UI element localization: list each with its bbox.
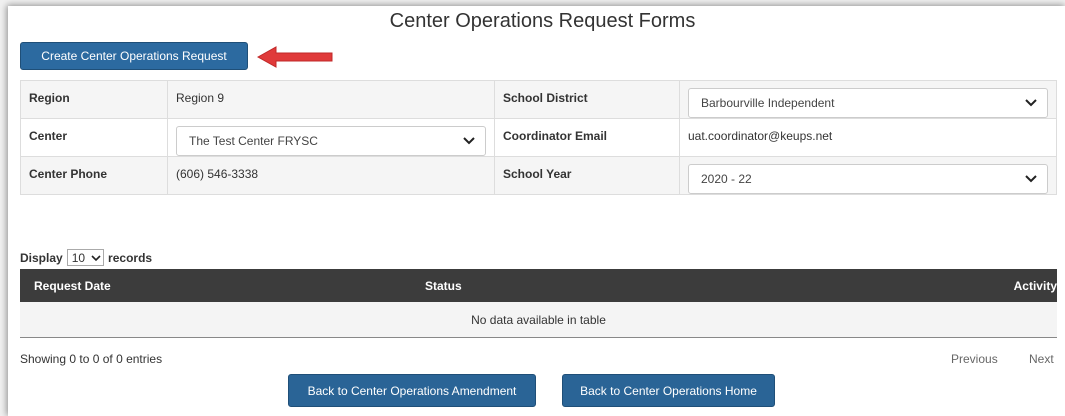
requests-table: Request Date Status Activity No data ava… <box>20 269 1057 338</box>
school-district-label: School District <box>494 80 680 119</box>
red-arrow-icon <box>256 46 333 68</box>
center-value: The Test Center FRYSC <box>189 134 318 148</box>
center-label: Center <box>20 118 168 157</box>
school-district-cell: Barbourville Independent <box>679 80 1057 119</box>
back-to-home-button[interactable]: Back to Center Operations Home <box>562 374 775 407</box>
school-year-cell: 2020 - 22 <box>679 156 1057 195</box>
chevron-down-icon <box>463 137 475 145</box>
chevron-down-icon <box>91 254 101 261</box>
display-suffix: records <box>108 250 153 265</box>
display-prefix: Display <box>20 250 63 265</box>
school-year-select[interactable]: 2020 - 22 <box>688 164 1048 194</box>
center-phone-value: (606) 546-3338 <box>167 156 495 195</box>
coordinator-email-label: Coordinator Email <box>494 118 680 157</box>
center-info-table: Region Region 9 School District Barbourv… <box>20 80 1057 195</box>
records-per-page-value: 10 <box>71 250 86 265</box>
school-district-value: Barbourville Independent <box>701 96 835 110</box>
empty-table-message: No data available in table <box>20 302 1057 338</box>
previous-page-link[interactable]: Previous <box>951 352 998 366</box>
region-value: Region 9 <box>167 80 495 119</box>
column-header-request-date[interactable]: Request Date <box>20 269 179 302</box>
column-header-status[interactable]: Status <box>178 269 872 302</box>
center-select[interactable]: The Test Center FRYSC <box>176 126 486 156</box>
column-header-activity[interactable]: Activity <box>871 269 1057 302</box>
create-request-button[interactable]: Create Center Operations Request <box>20 42 248 70</box>
coordinator-email-value: uat.coordinator@keups.net <box>679 118 1057 157</box>
center-phone-label: Center Phone <box>20 156 168 195</box>
school-district-select[interactable]: Barbourville Independent <box>688 88 1048 118</box>
school-year-value: 2020 - 22 <box>701 172 752 186</box>
back-to-amendment-button[interactable]: Back to Center Operations Amendment <box>288 374 536 407</box>
display-records-control: Display 10 records <box>20 249 152 266</box>
center-cell: The Test Center FRYSC <box>167 118 495 157</box>
region-label: Region <box>20 80 168 119</box>
page-title: Center Operations Request Forms <box>389 10 696 32</box>
chevron-down-icon <box>1025 99 1037 107</box>
next-page-link[interactable]: Next <box>1029 352 1054 366</box>
chevron-down-icon <box>1025 175 1037 183</box>
school-year-label: School Year <box>494 156 680 195</box>
records-per-page-select[interactable]: 10 <box>66 249 105 266</box>
entries-info: Showing 0 to 0 of 0 entries <box>20 352 163 366</box>
